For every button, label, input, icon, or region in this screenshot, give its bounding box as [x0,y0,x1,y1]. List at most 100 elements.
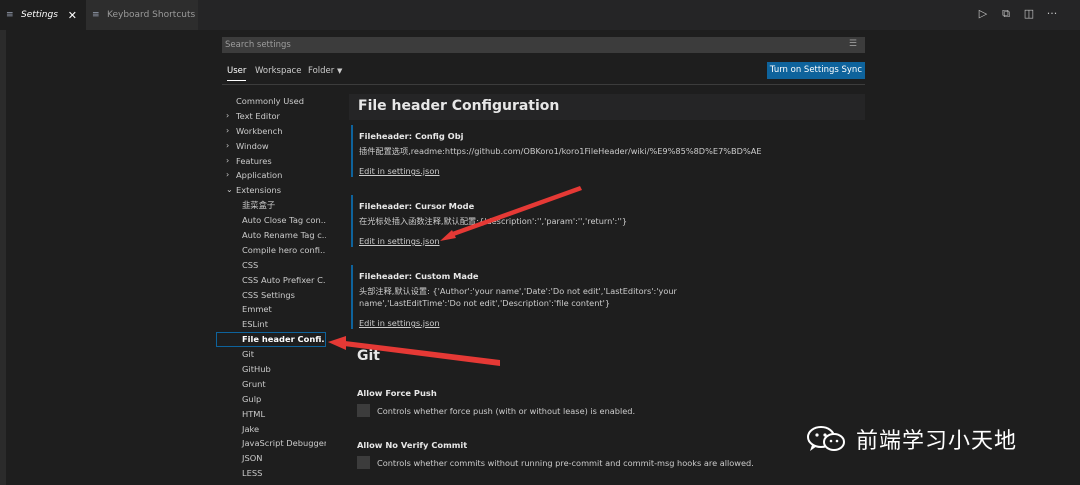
toc-item[interactable]: JavaScript Debugger [216,436,326,451]
toc-item-label: File header Confi... [242,334,326,345]
toc-item[interactable]: ESLint [216,317,326,332]
chevron-down-icon: ⌄ [226,185,233,195]
toc-item[interactable]: GitHub [216,362,326,377]
setting-description: 插件配置选项,readme:https://github.com/OBKoro1… [359,146,762,156]
filter-icon[interactable]: ☰ [849,39,857,49]
scope-folder-label: Folder [308,66,335,76]
toc-item[interactable]: Emmet [216,302,326,317]
toc-item[interactable]: CSS Auto Prefixer C... [216,273,326,288]
toc-item-label: Application [236,170,283,181]
git-section-title: Git [357,348,380,364]
toc-item-label: Grunt [242,378,266,389]
scope-tab-workspace[interactable]: Workspace [255,66,301,76]
toc-item[interactable]: CSS Settings [216,288,326,303]
toc-item-label: Text Editor [236,110,280,121]
toc-item-label: Emmet [242,304,272,315]
toc-item-label: HTML [242,408,266,419]
watermark-text: 前端学习小天地 [856,429,1018,454]
chevron-down-icon: ▼ [336,67,343,75]
setting-allow-force-push: Allow Force Push Controls whether force … [357,382,635,417]
activity-bar-edge [0,30,6,485]
settings-search-input[interactable] [225,37,825,53]
setting-custom-made: Fileheader: Custom Made 头部注释,默认设置: {'Aut… [351,265,829,329]
more-icon[interactable]: ··· [1046,7,1058,21]
scope-tab-user[interactable]: User [227,66,247,81]
toc-item-label: 韭菜盒子 [242,200,276,211]
toc-item[interactable]: HTML [216,407,326,422]
setting-title: Fileheader: Custom Made [359,271,479,281]
toc-item[interactable]: Commonly Used [216,94,326,109]
setting-title: Allow Force Push [357,388,437,398]
toc-item[interactable]: LESS [216,466,326,481]
watermark: 前端学习小天地 [806,423,1017,455]
tab-settings[interactable]: ≡ Settings ✕ [0,0,86,30]
open-json-icon[interactable]: ⧉ [1000,7,1012,21]
setting-description: Controls whether force push (with or wit… [377,405,636,416]
setting-title: Fileheader: Cursor Mode [359,201,475,211]
edit-in-settings-json-link[interactable]: Edit in settings.json [359,318,440,328]
toc-item[interactable]: Gulp [216,392,326,407]
setting-allow-no-verify-commit: Allow No Verify Commit Controls whether … [357,434,754,469]
toc-item[interactable]: ⌄ Extensions [216,183,326,198]
edit-in-settings-json-link[interactable]: Edit in settings.json [359,166,440,176]
toc-item-label: Gulp [242,393,262,404]
setting-title: Fileheader: Config Obj [359,131,464,141]
toc-item-label: Commonly Used [236,96,304,106]
tab-keyboard-label: Keyboard Shortcuts [107,10,196,20]
toc-item[interactable]: › Text Editor [216,109,326,124]
setting-config-obj: Fileheader: Config Obj 插件配置选项,readme:htt… [351,125,829,177]
setting-description: 头部注释,默认设置: {'Author':'your name','Date':… [359,286,677,308]
toc-item[interactable]: Grunt [216,377,326,392]
tab-settings-label: Settings [21,10,58,20]
setting-description: Controls whether commits without running… [377,457,754,468]
section-header: File header Configuration [349,94,865,120]
toc-item-label: Window [236,140,269,151]
toc-item[interactable]: CSS [216,258,326,273]
editor-actions: ▷ ⧉ ◫ ··· [977,7,1058,21]
tab-keyboard-shortcuts[interactable]: ≡ Keyboard Shortcuts [86,0,198,30]
toc-item[interactable]: Git [216,347,326,362]
toc-item[interactable]: › Application [216,168,326,183]
chevron-right-icon: › [226,110,230,120]
toc-item[interactable]: Jake [216,422,326,437]
toc-item-label: GitHub [242,364,271,375]
chevron-right-icon: › [226,125,230,135]
toc-item-label: ESLint [242,319,268,330]
toc-item-label: CSS Auto Prefixer C... [242,274,326,285]
scope-tab-folder[interactable]: Folder ▼ [308,66,342,76]
toc-item-label: Workbench [236,125,283,136]
toc-item-label: JavaScript Debugger [242,438,326,449]
toc-item[interactable]: › Workbench [216,124,326,139]
chevron-right-icon: › [226,140,230,150]
settings-search-box: ☰ [222,37,865,53]
close-icon[interactable]: ✕ [68,9,77,22]
toc-item[interactable]: JSON [216,451,326,466]
toc-item-label: JSON [242,453,263,464]
settings-scope-bar: User Workspace Folder ▼ Turn on Settings… [222,62,865,85]
chevron-right-icon: › [226,155,230,165]
toc-item[interactable]: 韭菜盒子 [216,198,326,213]
settings-sync-button[interactable]: Turn on Settings Sync [766,62,865,79]
section-title: File header Configuration [358,98,560,114]
toc-item[interactable]: › Window [216,139,326,154]
toc-item[interactable]: Auto Close Tag con... [216,213,326,228]
force-push-checkbox[interactable] [357,404,370,417]
edit-in-settings-json-link[interactable]: Edit in settings.json [359,236,440,246]
toc-item-label: LESS [242,468,263,479]
toc-item[interactable]: File header Confi... [216,332,326,348]
no-verify-checkbox[interactable] [357,456,370,469]
setting-title: Allow No Verify Commit [357,440,468,450]
split-editor-icon[interactable]: ◫ [1023,7,1035,21]
setting-description: 在光标处插入函数注释,默认配置:{'description':'','param… [359,216,628,226]
toc-item-label: Git [242,349,254,360]
settings-file-icon: ≡ [6,9,14,20]
toc-item-label: Compile hero confi... [242,244,326,255]
run-icon[interactable]: ▷ [977,7,989,21]
toc-item-label: Jake [242,423,260,434]
toc-item[interactable]: › Features [216,154,326,169]
wechat-logo-icon [806,425,846,453]
toc-item[interactable]: Compile hero confi... [216,243,326,258]
toc-item-label: Auto Close Tag con... [242,215,326,226]
toc-item[interactable]: Auto Rename Tag c... [216,228,326,243]
toc-item-label: CSS Settings [242,289,295,300]
